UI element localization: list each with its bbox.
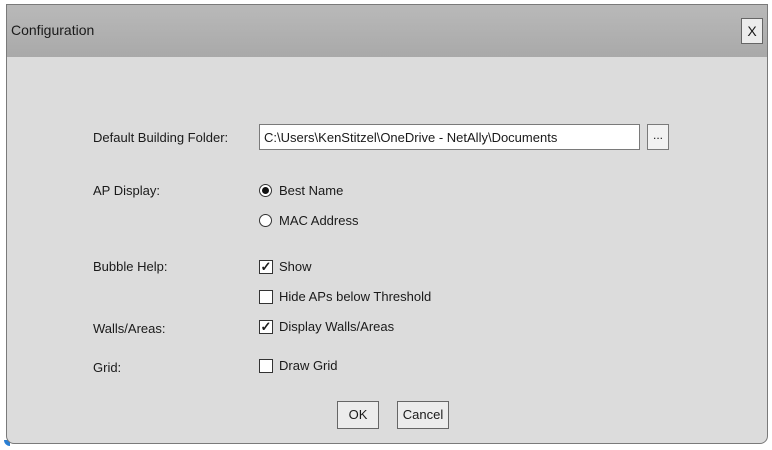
checkbox-draw-grid-label: Draw Grid: [279, 358, 338, 373]
radio-best-name-indicator[interactable]: [259, 184, 272, 197]
ap-display-label: AP Display:: [93, 183, 160, 198]
close-button[interactable]: X: [741, 18, 763, 44]
browse-folder-button[interactable]: ...: [647, 124, 669, 150]
title-bar[interactable]: Configuration X: [7, 5, 767, 57]
checkbox-display-walls-label: Display Walls/Areas: [279, 319, 395, 334]
checkbox-show-box[interactable]: ✓: [259, 260, 273, 274]
radio-mac-address-label: MAC Address: [279, 213, 359, 228]
default-folder-input[interactable]: [259, 124, 640, 150]
walls-areas-label: Walls/Areas:: [93, 321, 166, 336]
configuration-dialog: Configuration X Default Building Folder:…: [6, 4, 768, 444]
ok-button[interactable]: OK: [337, 401, 379, 429]
bubble-help-label: Bubble Help:: [93, 259, 168, 274]
radio-best-name-label: Best Name: [279, 183, 344, 198]
grid-label: Grid:: [93, 360, 122, 375]
dialog-title: Configuration: [11, 22, 95, 38]
radio-mac-address-indicator[interactable]: [259, 214, 272, 227]
default-folder-label: Default Building Folder:: [93, 130, 229, 145]
checkbox-display-walls-box[interactable]: ✓: [259, 320, 273, 334]
cancel-button[interactable]: Cancel: [397, 401, 449, 429]
checkbox-hide-aps-box[interactable]: [259, 290, 273, 304]
checkbox-hide-aps-label: Hide APs below Threshold: [279, 289, 432, 304]
checkbox-show-label: Show: [279, 259, 312, 274]
checkbox-draw-grid-box[interactable]: [259, 359, 273, 373]
